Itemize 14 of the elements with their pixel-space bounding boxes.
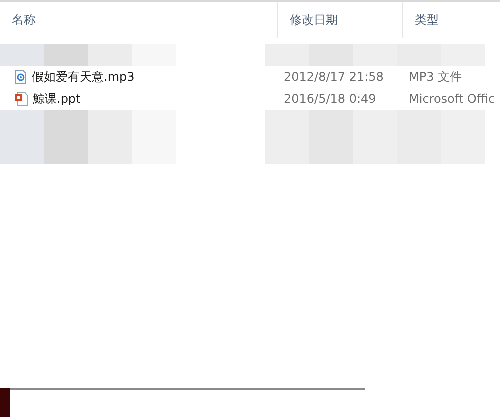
date-cell-text: 2012/8/17 21:58 [283, 69, 385, 86]
dark-panel-edge [0, 388, 10, 417]
file-name: 鯨课.ppt [33, 91, 81, 108]
column-header[interactable]: 类型 [403, 2, 500, 38]
file-row-name[interactable]: 假如爱有天意.mp3 [0, 68, 278, 86]
presentation-file-icon [15, 92, 28, 106]
type-cell-text: MP3 文件 [408, 69, 464, 86]
column-header[interactable]: 修改日期 [278, 2, 403, 38]
file-name: 假如爱有天意.mp3 [32, 69, 135, 86]
file-row-name[interactable]: 鯨课.ppt [0, 90, 278, 108]
audio-file-icon [15, 70, 27, 84]
column-header[interactable]: 名称 [0, 2, 278, 38]
date-cell-text: 2016/5/18 0:49 [283, 91, 378, 108]
type-cell-text: Microsoft Offic [408, 91, 496, 108]
